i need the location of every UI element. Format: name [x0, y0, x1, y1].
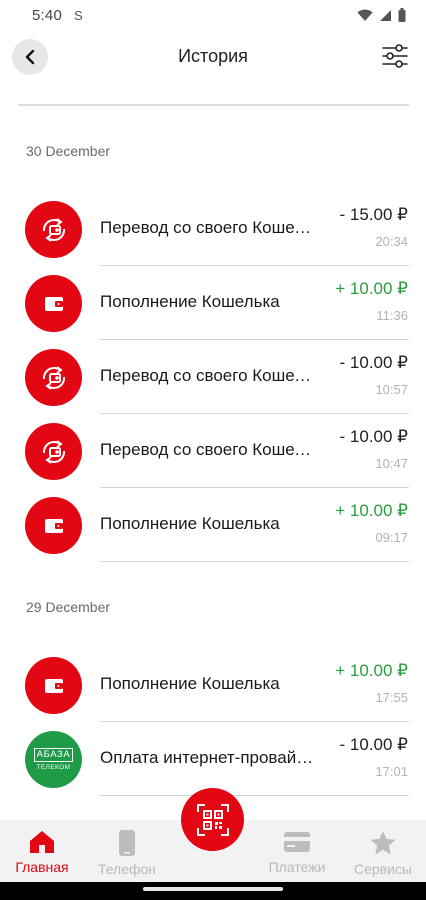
- top-app-bar: История: [0, 30, 426, 86]
- wallet-icon: [25, 497, 82, 554]
- battery-icon: [398, 8, 406, 22]
- sliders-icon: [382, 44, 408, 68]
- transaction-row[interactable]: Пополнение Кошелька + 10.00 ₽ 09:17: [0, 488, 426, 562]
- nav-label: Сервисы: [353, 861, 412, 877]
- system-navigation-bar: [0, 882, 426, 900]
- wallet-icon: [25, 657, 82, 714]
- transaction-time: 09:17: [375, 530, 408, 545]
- card-icon: [284, 832, 310, 852]
- nav-label: Телефон: [97, 861, 157, 877]
- nav-label: Платежи: [268, 859, 326, 875]
- qr-code-icon: [196, 803, 229, 836]
- transaction-row[interactable]: Перевод со своего Кошелька - 10.00 ₽ 10:…: [0, 340, 426, 414]
- page-title: История: [178, 46, 248, 66]
- home-gesture-handle[interactable]: [143, 887, 283, 891]
- transaction-title: Пополнение Кошелька: [100, 292, 280, 311]
- home-icon: [30, 831, 54, 853]
- header-divider: [18, 104, 409, 106]
- transaction-title: Перевод со своего Кошелька: [100, 440, 315, 459]
- nav-item-phone[interactable]: Телефон: [87, 830, 167, 877]
- transaction-amount: + 10.00 ₽: [335, 661, 408, 680]
- star-icon: [370, 831, 396, 855]
- signal-icon: [380, 9, 391, 21]
- transaction-title: Оплата интернет-провайдера: [100, 748, 315, 767]
- phone-icon: [119, 830, 135, 856]
- transaction-time: 17:55: [375, 690, 408, 705]
- wifi-icon: [357, 9, 373, 21]
- qr-scan-button[interactable]: [181, 788, 244, 851]
- nav-item-home[interactable]: Главная: [2, 830, 82, 875]
- transaction-time: 10:47: [375, 456, 408, 471]
- transaction-time: 17:01: [375, 764, 408, 779]
- carrier-icon: S: [74, 7, 83, 23]
- transaction-amount: + 10.00 ₽: [335, 279, 408, 298]
- date-header: 29 December: [26, 599, 111, 615]
- transaction-amount: + 10.00 ₽: [335, 501, 408, 520]
- transaction-title: Пополнение Кошелька: [100, 514, 280, 533]
- transfer-icon: [25, 349, 82, 406]
- transfer-icon: [25, 423, 82, 480]
- transaction-time: 20:34: [375, 234, 408, 249]
- transaction-amount: - 10.00 ₽: [339, 735, 408, 754]
- transaction-row[interactable]: Пополнение Кошелька + 10.00 ₽ 11:36: [0, 266, 426, 340]
- row-divider: [100, 795, 409, 796]
- status-bar: 5:40 S: [0, 0, 426, 30]
- transaction-title: Перевод со своего Кошелька: [100, 218, 315, 237]
- status-indicators: [357, 8, 406, 22]
- logo-text-top: АБАЗА: [33, 748, 74, 762]
- status-time: 5:40: [32, 6, 62, 24]
- transaction-amount: - 10.00 ₽: [339, 353, 408, 372]
- nav-item-services[interactable]: Сервисы: [343, 830, 423, 877]
- transaction-amount: - 10.00 ₽: [339, 427, 408, 446]
- filter-button[interactable]: [380, 41, 410, 71]
- abaza-telecom-logo: АБАЗА ТЕЛЕКОМ: [25, 731, 82, 788]
- date-header: 30 December: [26, 143, 111, 159]
- transaction-row[interactable]: Перевод со своего Кошелька - 15.00 ₽ 20:…: [0, 192, 426, 266]
- nav-label: Главная: [15, 859, 69, 875]
- row-divider: [100, 561, 409, 562]
- logo-text-bottom: ТЕЛЕКОМ: [36, 764, 71, 771]
- transaction-title: Пополнение Кошелька: [100, 674, 280, 693]
- transaction-row[interactable]: Перевод со своего Кошелька - 10.00 ₽ 10:…: [0, 414, 426, 488]
- transaction-time: 11:36: [376, 308, 408, 323]
- wallet-icon: [25, 275, 82, 332]
- transaction-time: 10:57: [375, 382, 408, 397]
- transaction-row[interactable]: Пополнение Кошелька + 10.00 ₽ 17:55: [0, 648, 426, 722]
- transfer-icon: [25, 201, 82, 258]
- transaction-amount: - 15.00 ₽: [339, 205, 408, 224]
- transaction-title: Перевод со своего Кошелька: [100, 366, 315, 385]
- transaction-row[interactable]: АБАЗА ТЕЛЕКОМ Оплата интернет-провайдера…: [0, 722, 426, 796]
- nav-item-payments[interactable]: Платежи: [257, 830, 337, 875]
